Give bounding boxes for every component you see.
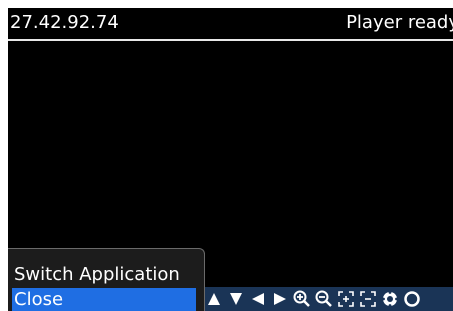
player-status-text: Player ready: [346, 12, 453, 33]
settings-icon[interactable]: [403, 290, 421, 308]
device-screen: 27.42.92.74 Player ready Switch Applicat…: [8, 8, 453, 311]
menu-item-switch-application[interactable]: Switch Application: [12, 263, 196, 287]
scroll-down-icon[interactable]: [227, 290, 245, 308]
ip-address-text: 27.42.92.74: [10, 12, 119, 33]
actual-size-icon[interactable]: [359, 290, 377, 308]
context-menu: Switch Application Close: [8, 248, 205, 311]
scroll-up-icon[interactable]: [205, 290, 223, 308]
menu-item-close[interactable]: Close: [12, 288, 196, 311]
scroll-right-icon[interactable]: [271, 290, 289, 308]
scroll-left-icon[interactable]: [249, 290, 267, 308]
status-bar: 27.42.92.74 Player ready: [8, 8, 453, 38]
zoom-in-icon[interactable]: [293, 290, 311, 308]
zoom-out-icon[interactable]: [315, 290, 333, 308]
rotate-icon[interactable]: [381, 290, 399, 308]
fit-screen-icon[interactable]: [337, 290, 355, 308]
navigation-toolbar: [203, 287, 453, 311]
